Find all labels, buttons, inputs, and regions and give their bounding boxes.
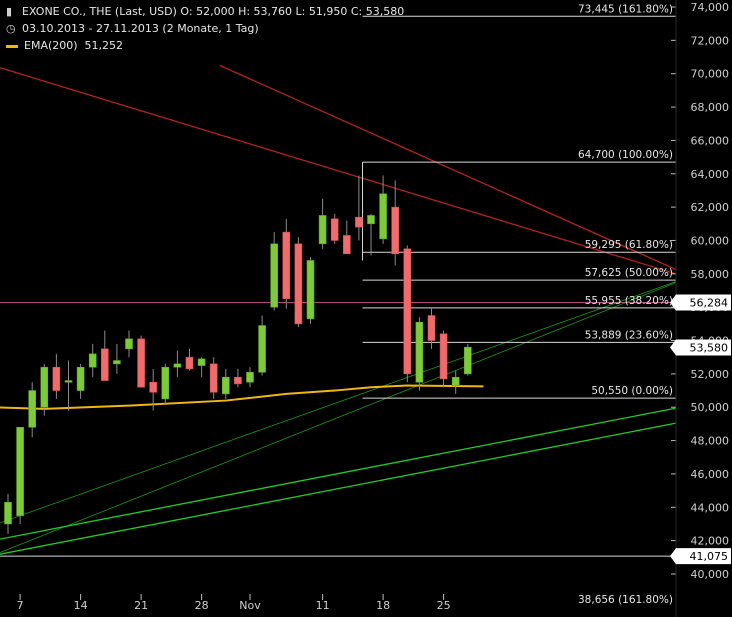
- y-tick-label: 66,000: [691, 134, 730, 147]
- candle: [391, 206, 400, 255]
- candle: [246, 371, 254, 383]
- y-tick-label: 44,000: [691, 501, 730, 514]
- fib-label: 38,656 (161.80%): [578, 594, 673, 606]
- x-tick-label: 28: [195, 599, 209, 612]
- candle: [161, 366, 170, 400]
- fib-label: 53,889 (23.60%): [585, 329, 673, 341]
- candle: [137, 338, 145, 388]
- fib-label: 50,550 (0.00%): [591, 385, 673, 397]
- candle: [403, 248, 412, 375]
- y-tick-label: 68,000: [691, 101, 730, 114]
- price-chart[interactable]: 73,445 (161.80%) 64,700 (100.00%) 59,295 (…: [0, 0, 732, 617]
- candle: [463, 346, 472, 375]
- candle: [451, 376, 460, 386]
- y-tick-label: 70,000: [691, 68, 730, 81]
- y-tick-label: 58,000: [691, 268, 730, 281]
- candle: [64, 380, 73, 383]
- ema-value: 51,252: [84, 39, 124, 52]
- candle: [342, 235, 351, 255]
- candle: [28, 390, 37, 428]
- ema-label: EMA(200): [24, 39, 78, 52]
- candle: [40, 366, 49, 408]
- candlestick-icon: ▮: [6, 5, 13, 18]
- fib-label: 73,445 (161.80%): [578, 3, 673, 15]
- y-tick-label: 74,000: [691, 1, 730, 14]
- y-tick-label: 60,000: [691, 234, 730, 247]
- y-tick-label: 72,000: [691, 34, 730, 47]
- candle: [258, 325, 266, 373]
- price-tag-label: 56,284: [690, 296, 729, 309]
- candle: [379, 193, 387, 240]
- candle: [367, 215, 375, 225]
- candle: [355, 216, 363, 228]
- candle: [197, 358, 206, 366]
- fib-label: 59,295 (61.80%): [585, 239, 673, 251]
- y-tick-label: 46,000: [691, 468, 730, 481]
- fib-label: 57,625 (50.00%): [585, 267, 673, 279]
- range-text: 03.10.2013 - 27.11.2013 (2 Monate, 1 Tag…: [22, 22, 259, 35]
- y-tick-label: 40,000: [691, 568, 730, 581]
- candle: [52, 366, 61, 391]
- y-tick-label: 42,000: [691, 535, 730, 548]
- x-tick-label: Nov: [239, 599, 261, 612]
- chart-title: ▮ EXONE CO., THE (Last, USD) O: 52,000 H:…: [6, 5, 404, 18]
- candle: [4, 501, 12, 525]
- candle: [439, 333, 448, 380]
- candle: [330, 218, 339, 241]
- x-tick-label: 18: [376, 599, 390, 612]
- candle: [427, 315, 436, 341]
- fib-label: 55,955 (38.20%): [585, 295, 673, 307]
- ema-legend[interactable]: EMA(200) 51,252: [6, 39, 123, 52]
- candle: [101, 348, 109, 381]
- candle: [222, 376, 230, 395]
- candle: [185, 356, 194, 370]
- price-tag-label: 53,580: [690, 342, 729, 355]
- candle: [113, 360, 121, 365]
- y-tick-label: 52,000: [691, 368, 730, 381]
- y-tick-label: 62,000: [691, 201, 730, 214]
- candle: [282, 231, 291, 300]
- candle: [318, 215, 327, 245]
- x-tick-label: 7: [17, 599, 24, 612]
- candle: [294, 243, 303, 325]
- x-tick-label: 11: [316, 599, 330, 612]
- clock-icon: ◷: [6, 22, 16, 35]
- x-tick-label: 14: [74, 599, 88, 612]
- ema-swatch: [6, 44, 18, 48]
- candle: [76, 366, 85, 391]
- y-tick-label: 50,000: [691, 401, 730, 414]
- candle: [173, 363, 182, 368]
- candle: [149, 381, 157, 393]
- candle: [306, 260, 315, 320]
- y-tick-label: 48,000: [691, 435, 730, 448]
- candle: [234, 376, 242, 385]
- date-range: ◷ 03.10.2013 - 27.11.2013 (2 Monate, 1 Ta…: [6, 22, 259, 35]
- chart-background: [0, 0, 732, 617]
- candle: [125, 338, 133, 350]
- candle: [16, 426, 24, 516]
- x-tick-label: 21: [134, 599, 148, 612]
- y-tick-label: 64,000: [691, 168, 730, 181]
- price-tag-label: 41,075: [690, 550, 729, 563]
- fib-label: 64,700 (100.00%): [578, 149, 673, 161]
- candle: [270, 243, 279, 308]
- candle: [88, 353, 97, 368]
- x-tick-label: 25: [437, 599, 451, 612]
- candle: [415, 321, 424, 383]
- candle: [209, 363, 218, 393]
- title-text: EXONE CO., THE (Last, USD) O: 52,000 H: …: [22, 5, 405, 18]
